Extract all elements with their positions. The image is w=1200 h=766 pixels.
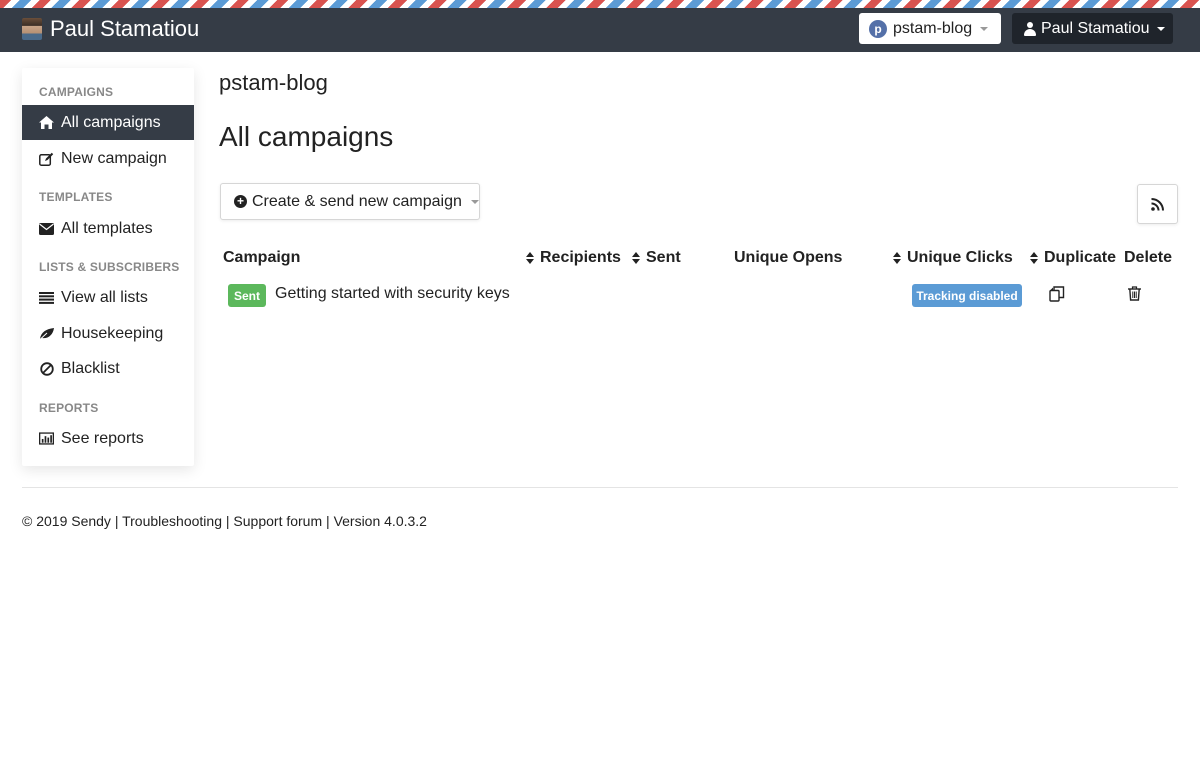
brand-selector-dropdown[interactable]: p pstam-blog bbox=[859, 13, 1001, 44]
column-header-recipients[interactable]: Recipients bbox=[526, 249, 621, 267]
footer-separator: | bbox=[322, 513, 334, 529]
duplicate-icon[interactable] bbox=[1049, 286, 1065, 302]
chevron-down-icon bbox=[980, 26, 989, 31]
footer-separator: | bbox=[222, 513, 234, 529]
avatar bbox=[22, 18, 42, 40]
sidebar-item-label: Housekeeping bbox=[61, 324, 164, 342]
sidebar-item-label: New campaign bbox=[61, 149, 167, 167]
home-icon bbox=[39, 116, 54, 130]
user-menu-dropdown[interactable]: Paul Stamatiou bbox=[1012, 13, 1173, 44]
chevron-down-icon bbox=[1156, 26, 1165, 31]
sidebar-item-blacklist[interactable]: Blacklist bbox=[22, 351, 194, 386]
sidebar-item-all-templates[interactable]: All templates bbox=[22, 211, 194, 246]
top-stripe bbox=[0, 0, 1200, 8]
column-header-duplicate[interactable]: Duplicate bbox=[1030, 249, 1116, 267]
footer: © 2019 Sendy | Troubleshooting | Support… bbox=[22, 513, 427, 529]
column-header-campaign[interactable]: Campaign bbox=[223, 249, 300, 267]
column-header-unique-opens[interactable]: Unique Opens bbox=[734, 249, 842, 267]
user-menu-label: Paul Stamatiou bbox=[1041, 19, 1150, 37]
column-header-sent[interactable]: Sent bbox=[632, 249, 681, 267]
sidebar-item-see-reports[interactable]: See reports bbox=[22, 421, 194, 456]
column-header-delete: Delete bbox=[1124, 249, 1173, 266]
sidebar-heading-lists: LISTS & SUBSCRIBERS bbox=[39, 260, 180, 274]
sidebar-item-label: All templates bbox=[61, 219, 153, 237]
sidebar-heading-campaigns: CAMPAIGNS bbox=[39, 85, 114, 99]
brand-heading: pstam-blog bbox=[219, 70, 328, 95]
sidebar-item-label: All campaigns bbox=[61, 113, 161, 131]
sidebar-item-label: View all lists bbox=[61, 288, 148, 306]
list-icon bbox=[39, 291, 54, 305]
sort-icon bbox=[893, 252, 901, 264]
trash-icon[interactable] bbox=[1128, 286, 1141, 301]
navbar: Paul Stamatiou p pstam-blog Paul Stamati… bbox=[0, 8, 1200, 52]
edit-icon bbox=[39, 152, 54, 166]
campaign-name-link[interactable]: Getting started with security keys bbox=[275, 285, 510, 303]
sidebar-heading-templates: TEMPLATES bbox=[39, 190, 113, 204]
sort-icon bbox=[632, 252, 640, 264]
support-forum-link[interactable]: Support forum bbox=[233, 513, 322, 529]
sidebar-item-label: Blacklist bbox=[61, 359, 120, 377]
user-icon bbox=[1024, 21, 1036, 36]
rss-icon bbox=[1151, 197, 1164, 211]
bar-chart-icon bbox=[39, 432, 54, 446]
sidebar-item-all-campaigns[interactable]: All campaigns bbox=[22, 105, 194, 140]
ban-icon bbox=[39, 361, 54, 376]
status-badge: Sent bbox=[228, 284, 266, 307]
page-title: All campaigns bbox=[219, 121, 394, 152]
leaf-icon bbox=[39, 327, 54, 341]
rss-feed-button[interactable] bbox=[1137, 184, 1178, 224]
footer-separator: | bbox=[110, 513, 123, 529]
brand-name: Paul Stamatiou bbox=[50, 16, 200, 41]
envelope-icon bbox=[39, 222, 54, 236]
sidebar-item-label: See reports bbox=[61, 429, 144, 447]
brand-logo-icon: p bbox=[869, 19, 887, 38]
chevron-down-icon bbox=[470, 199, 479, 204]
sort-icon bbox=[526, 252, 534, 264]
footer-divider bbox=[22, 487, 1178, 488]
troubleshooting-link[interactable]: Troubleshooting bbox=[122, 513, 222, 529]
column-header-unique-clicks[interactable]: Unique Clicks bbox=[893, 249, 1013, 267]
brand-selector-label: pstam-blog bbox=[893, 19, 973, 37]
sidebar-item-new-campaign[interactable]: New campaign bbox=[22, 141, 194, 176]
footer-copyright: © 2019 Sendy bbox=[22, 513, 111, 529]
sidebar: CAMPAIGNS All campaigns New campaign TEM… bbox=[22, 68, 194, 466]
sort-icon bbox=[1030, 252, 1038, 264]
brand-link[interactable]: Paul Stamatiou bbox=[22, 14, 199, 44]
sidebar-item-view-all-lists[interactable]: View all lists bbox=[22, 280, 194, 315]
sidebar-heading-reports: REPORTS bbox=[39, 401, 99, 415]
sidebar-item-housekeeping[interactable]: Housekeeping bbox=[22, 316, 194, 351]
tracking-disabled-badge: Tracking disabled bbox=[912, 284, 1022, 307]
create-campaign-label: Create & send new campaign bbox=[252, 192, 462, 210]
plus-circle-icon: + bbox=[234, 195, 247, 208]
create-campaign-button[interactable]: + Create & send new campaign bbox=[220, 183, 480, 220]
footer-version: Version 4.0.3.2 bbox=[333, 513, 427, 529]
